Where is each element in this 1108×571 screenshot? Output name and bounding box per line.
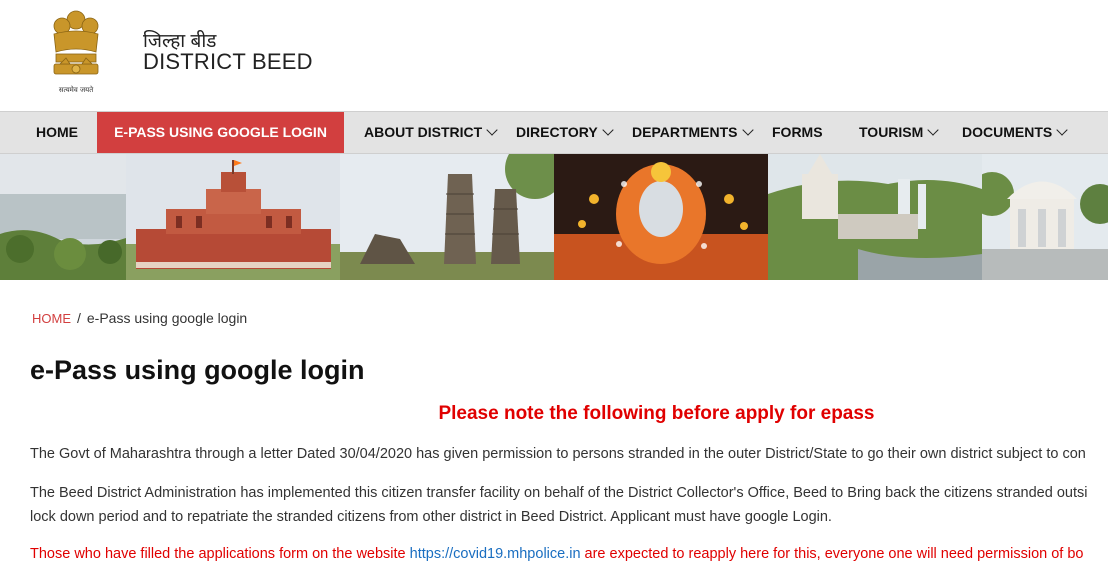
chevron-down-icon — [602, 124, 614, 136]
breadcrumb-current: e-Pass using google login — [86, 310, 248, 326]
tourism-banner — [0, 154, 1108, 280]
paragraph-administration-line2: lock down period and to repatriate the s… — [30, 509, 832, 525]
nav-documents-label: DOCUMENTS — [962, 124, 1053, 140]
chevron-down-icon — [1056, 124, 1068, 136]
page-title: e-Pass using google login — [30, 355, 365, 385]
chevron-down-icon — [741, 124, 754, 136]
nav-directory-label: DIRECTORY — [516, 124, 598, 140]
nav-about-district[interactable]: ABOUT DISTRICT — [364, 112, 498, 153]
nav-forms[interactable]: FORMS — [772, 112, 823, 153]
banner-image-deity — [554, 154, 768, 280]
nav-forms-label: FORMS — [772, 124, 823, 140]
emblem-motto: सत्यमेव जयते — [59, 85, 94, 94]
nav-departments-label: DEPARTMENTS — [632, 124, 738, 140]
banner-image-towers — [340, 154, 554, 280]
breadcrumb: HOME / e-Pass using google login — [32, 310, 247, 326]
paragraph-govt-letter: The Govt of Maharashtra through a letter… — [30, 446, 1086, 462]
site-title-english: DISTRICT BEED — [143, 49, 313, 74]
nav-tourism-label: TOURISM — [859, 124, 924, 140]
main-navigation: HOME E-PASS USING GOOGLE LOGIN ABOUT DIS… — [0, 111, 1108, 154]
mhpolice-link[interactable]: https://covid19.mhpolice.in — [410, 546, 581, 562]
nav-epass-label: E-PASS USING GOOGLE LOGIN — [114, 124, 327, 140]
reapply-text-before: Those who have filled the applications f… — [30, 546, 410, 562]
site-header: सत्यमेव जयते जिल्हा बीड DISTRICT BEED — [0, 0, 1108, 111]
nav-home-label: HOME — [36, 124, 78, 140]
nav-documents[interactable]: DOCUMENTS — [962, 112, 1068, 153]
national-emblem-logo[interactable]: सत्यमेव जयते — [44, 6, 108, 98]
nav-departments[interactable]: DEPARTMENTS — [632, 112, 754, 153]
banner-image-temple-red — [126, 154, 340, 280]
chevron-down-icon — [927, 124, 939, 136]
paragraph-reapply-notice: Those who have filled the applications f… — [30, 542, 1083, 566]
nav-directory[interactable]: DIRECTORY — [516, 112, 614, 153]
breadcrumb-home-link[interactable]: HOME — [32, 311, 71, 326]
reapply-text-after: are expected to reapply here for this, e… — [580, 546, 1084, 562]
nav-home[interactable]: HOME — [36, 112, 78, 153]
chevron-down-icon — [486, 124, 498, 136]
banner-image-waterfall-temple — [768, 154, 982, 280]
nav-about-district-label: ABOUT DISTRICT — [364, 124, 483, 140]
notice-heading: Please note the following before apply f… — [438, 403, 875, 424]
paragraph-administration-line1: The Beed District Administration has imp… — [30, 485, 1088, 501]
banner-image-river — [0, 154, 126, 280]
nav-epass-google-login[interactable]: E-PASS USING GOOGLE LOGIN — [97, 112, 344, 153]
breadcrumb-separator: / — [77, 310, 81, 326]
nav-tourism[interactable]: TOURISM — [859, 112, 939, 153]
banner-image-white-temple — [982, 154, 1108, 280]
